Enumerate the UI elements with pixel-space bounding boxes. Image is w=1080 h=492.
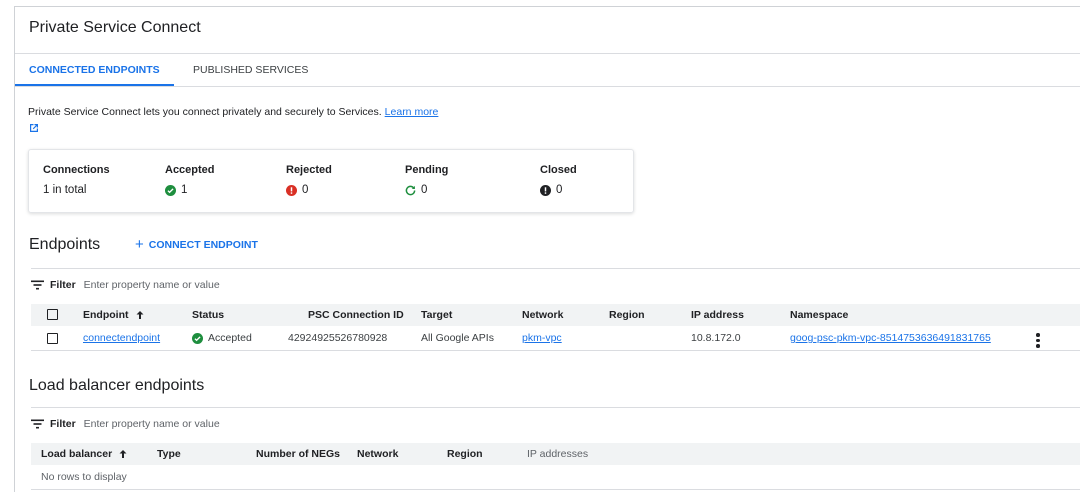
- tab-published-services[interactable]: PUBLISHED SERVICES: [179, 54, 322, 86]
- col-namespace[interactable]: Namespace: [790, 309, 848, 321]
- description-text: Private Service Connect lets you connect…: [28, 106, 382, 118]
- endpoint-link[interactable]: connectendpoint: [83, 332, 160, 344]
- pending-value: 0: [421, 184, 428, 196]
- load-balancer-filter-input[interactable]: Enter property name or value: [84, 418, 220, 430]
- col-number-of-negs[interactable]: Number of NEGs: [256, 448, 340, 460]
- load-balancer-table-header: Load balancer Type Number of NEGs Networ…: [31, 443, 1080, 465]
- info-circle-icon: [540, 184, 551, 196]
- plus-icon: +: [135, 236, 144, 253]
- summary-rejected: Rejected 0: [286, 164, 332, 196]
- more-actions-icon[interactable]: [1036, 333, 1040, 350]
- description: Private Service Connect lets you connect…: [28, 106, 438, 118]
- tab-bar: CONNECTED ENDPOINTS PUBLISHED SERVICES: [15, 54, 1080, 86]
- load-balancer-divider: [31, 407, 1080, 408]
- page-title: Private Service Connect: [29, 19, 201, 36]
- status-cell: Accepted: [192, 332, 252, 344]
- network-link[interactable]: pkm-vpc: [522, 332, 562, 344]
- summary-connections: Connections 1 in total: [43, 164, 110, 196]
- refresh-icon: [405, 185, 416, 195]
- tab-divider: [15, 86, 1080, 87]
- col-load-balancer[interactable]: Load balancer: [41, 448, 128, 460]
- filter-icon: [31, 280, 44, 290]
- load-balancer-title: Load balancer endpoints: [29, 377, 205, 394]
- ip-address-cell: 10.8.172.0: [691, 332, 741, 344]
- col-network[interactable]: Network: [522, 309, 563, 321]
- connections-label: Connections: [43, 164, 110, 176]
- closed-label: Closed: [540, 164, 577, 176]
- target-cell: All Google APIs: [421, 332, 494, 344]
- col-ip-address[interactable]: IP address: [691, 309, 744, 321]
- load-balancer-bottom-divider: [31, 489, 1080, 490]
- col-target[interactable]: Target: [421, 309, 452, 321]
- open-in-new-icon[interactable]: [28, 122, 40, 134]
- endpoints-filter-input[interactable]: Enter property name or value: [84, 279, 220, 291]
- connection-summary-card: Connections 1 in total Accepted 1 Reject…: [28, 149, 634, 213]
- accepted-value: 1: [181, 184, 188, 196]
- col-lb-network[interactable]: Network: [357, 448, 398, 460]
- endpoints-filter-bar[interactable]: Filter Enter property name or value: [31, 279, 220, 291]
- col-lb-region[interactable]: Region: [447, 448, 483, 460]
- col-status[interactable]: Status: [192, 309, 224, 321]
- endpoints-title: Endpoints: [29, 236, 101, 253]
- closed-value: 0: [556, 184, 563, 196]
- rejected-value: 0: [302, 184, 309, 196]
- endpoints-divider: [31, 268, 1080, 269]
- filter-icon: [31, 419, 44, 429]
- connect-endpoint-label: CONNECT ENDPOINT: [148, 239, 258, 251]
- psc-connection-id-cell: 42924925526780928: [288, 332, 388, 344]
- row-checkbox[interactable]: [47, 333, 58, 344]
- sort-ascending-icon: [136, 311, 143, 319]
- col-endpoint[interactable]: Endpoint: [83, 309, 145, 321]
- namespace-link[interactable]: goog-psc-pkm-vpc-8514753636491831765: [790, 332, 991, 344]
- pending-label: Pending: [405, 164, 449, 176]
- empty-table-message: No rows to display: [41, 471, 127, 483]
- error-circle-icon: [286, 184, 297, 196]
- endpoints-table-header: Endpoint Status PSC Connection ID Target…: [31, 304, 1080, 326]
- accepted-label: Accepted: [165, 164, 215, 176]
- row-divider: [31, 350, 1080, 351]
- col-psc-connection-id[interactable]: PSC Connection ID: [308, 309, 404, 321]
- filter-label: Filter: [50, 279, 76, 291]
- learn-more-link[interactable]: Learn more: [385, 106, 439, 118]
- summary-accepted: Accepted 1: [165, 164, 215, 196]
- rejected-label: Rejected: [286, 164, 332, 176]
- sort-ascending-icon: [119, 450, 127, 458]
- summary-closed: Closed 0: [540, 164, 577, 196]
- check-circle-icon: [192, 332, 203, 344]
- col-ip-addresses[interactable]: IP addresses: [527, 448, 588, 460]
- check-circle-icon: [165, 184, 176, 196]
- select-all-checkbox[interactable]: [47, 309, 58, 320]
- col-region[interactable]: Region: [609, 309, 645, 321]
- load-balancer-filter-bar[interactable]: Filter Enter property name or value: [31, 418, 220, 430]
- connections-value: 1 in total: [43, 184, 87, 196]
- col-type[interactable]: Type: [157, 448, 181, 460]
- content-frame: Private Service Connect CONNECTED ENDPOI…: [14, 6, 1080, 492]
- connect-endpoint-button[interactable]: + CONNECT ENDPOINT: [135, 236, 258, 253]
- tab-connected-endpoints[interactable]: CONNECTED ENDPOINTS: [15, 54, 174, 86]
- summary-pending: Pending 0: [405, 164, 448, 196]
- filter-label: Filter: [50, 418, 76, 430]
